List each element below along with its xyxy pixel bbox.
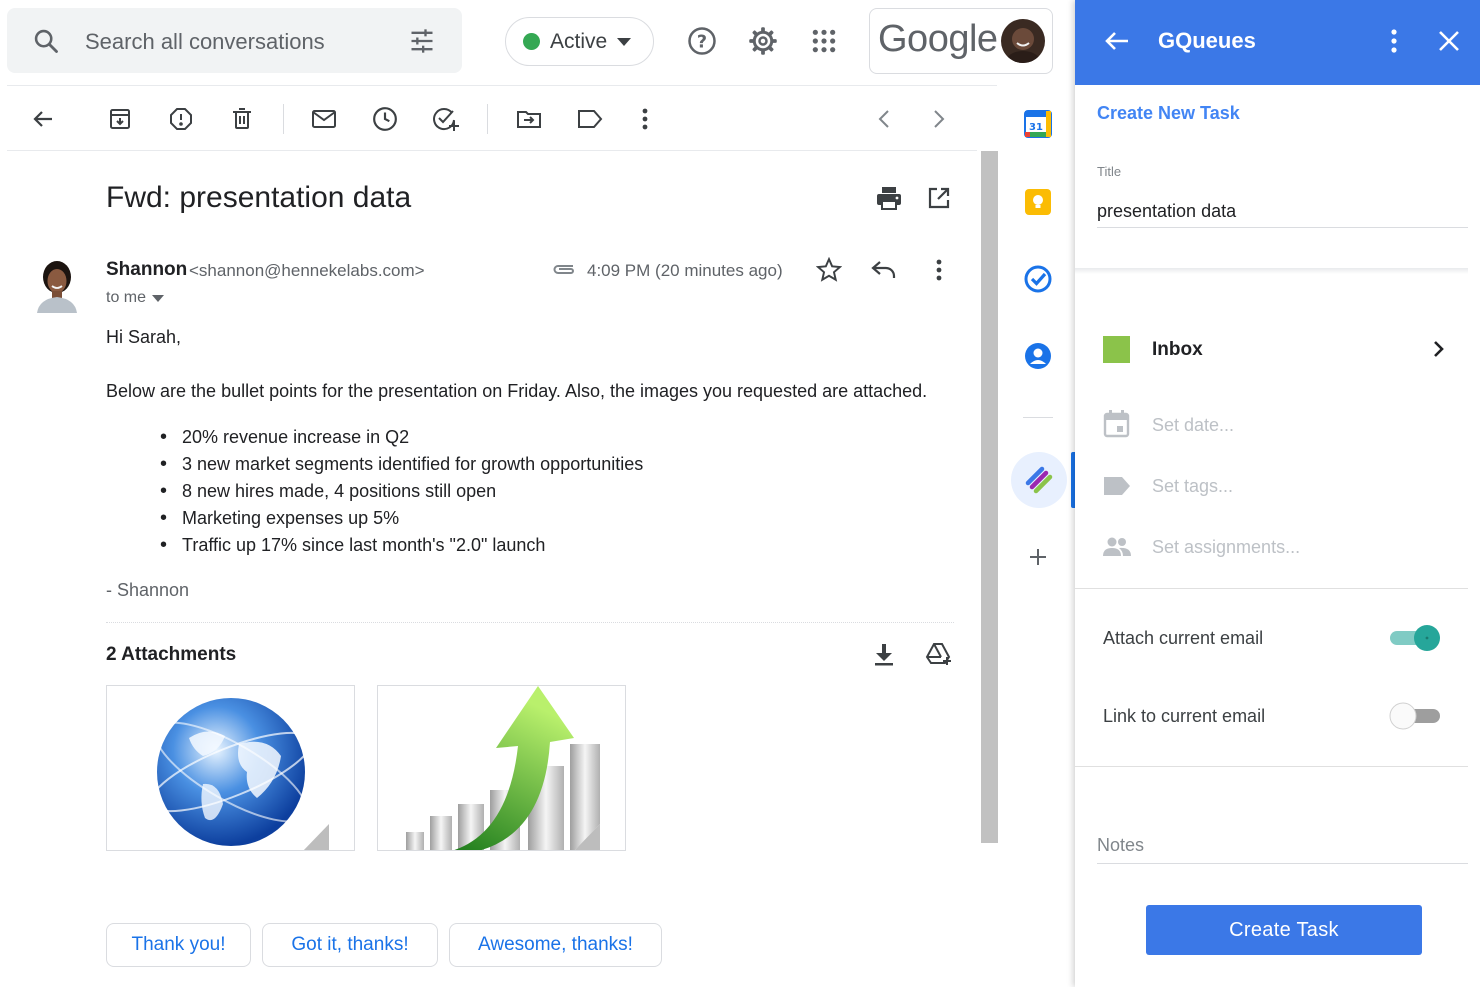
archive-icon[interactable]	[100, 99, 140, 139]
smart-reply-got-it[interactable]: Got it, thanks!	[262, 923, 438, 967]
toolbar-separator	[487, 104, 488, 134]
reply-icon[interactable]	[864, 250, 904, 290]
mark-unread-icon[interactable]	[304, 99, 344, 139]
smart-reply-thank-you[interactable]: Thank you!	[106, 923, 251, 967]
back-arrow-icon[interactable]	[1097, 21, 1137, 61]
section-shadow	[1075, 268, 1468, 274]
set-date-field[interactable]: Set date...	[1152, 415, 1234, 436]
section-title: Create New Task	[1097, 103, 1240, 123]
help-icon[interactable]: ?	[682, 21, 722, 61]
task-title-input[interactable]: presentation data	[1097, 201, 1236, 222]
svg-text:?: ?	[697, 32, 707, 52]
toolbar-divider	[7, 150, 977, 151]
notes-input[interactable]: Notes	[1097, 835, 1144, 856]
email-intro: Below are the bullet points for the pres…	[106, 381, 928, 401]
email-greeting: Hi Sarah,	[106, 327, 182, 347]
queue-selector[interactable]: Inbox	[1152, 339, 1203, 361]
panel-title: GQueues	[1158, 28, 1256, 53]
back-arrow-icon[interactable]	[23, 99, 63, 139]
queue-color-square	[1103, 336, 1130, 363]
attachment-thumbnail-globe[interactable]	[106, 685, 355, 851]
list-item: 20% revenue increase in Q2	[160, 424, 643, 451]
smart-reply-awesome[interactable]: Awesome, thanks!	[449, 923, 662, 967]
attachment-thumbnail-growth-chart[interactable]	[377, 685, 626, 851]
move-to-icon[interactable]	[509, 99, 549, 139]
list-item: 3 new market segments identified for gro…	[160, 451, 643, 478]
gear-icon[interactable]	[743, 21, 783, 61]
toolbar-separator	[283, 104, 284, 134]
bullet-list: 20% revenue increase in Q2 3 new market …	[160, 424, 643, 559]
snooze-clock-icon[interactable]	[365, 99, 405, 139]
chevron-right-icon[interactable]	[1418, 329, 1458, 369]
recipient-details[interactable]: to me	[106, 289, 165, 307]
link-email-toggle[interactable]	[1386, 700, 1444, 732]
delete-icon[interactable]	[222, 99, 262, 139]
tasks-icon[interactable]	[1018, 259, 1058, 299]
more-vert-icon[interactable]	[625, 99, 665, 139]
list-item: Marketing expenses up 5%	[160, 505, 643, 532]
set-assignments-field[interactable]: Set assignments...	[1152, 537, 1300, 558]
contacts-icon[interactable]	[1018, 336, 1058, 376]
status-label: Active	[550, 29, 608, 53]
sender-avatar	[33, 259, 81, 313]
link-email-label: Link to current email	[1103, 706, 1266, 726]
attachment-clip-icon	[551, 259, 577, 279]
gqueues-icon[interactable]	[1019, 460, 1059, 500]
recipient-label: to me	[106, 289, 147, 306]
email-timestamp: 4:09 PM (20 minutes ago)	[587, 261, 783, 280]
email-signoff: - Shannon	[106, 580, 190, 600]
chevron-down-icon	[617, 37, 632, 46]
status-dropdown[interactable]: Active	[505, 17, 654, 66]
attachments-divider	[106, 622, 954, 623]
more-vert-icon[interactable]	[919, 250, 959, 290]
report-spam-icon[interactable]	[161, 99, 201, 139]
download-all-icon[interactable]	[864, 634, 904, 674]
people-icon	[1103, 537, 1131, 557]
top-divider	[7, 85, 997, 86]
close-icon[interactable]	[1429, 21, 1469, 61]
scrollbar[interactable]	[981, 151, 998, 843]
email-subject: Fwd: presentation data	[106, 181, 412, 214]
attach-email-toggle[interactable]	[1388, 622, 1444, 654]
calendar-date-icon	[1103, 410, 1130, 438]
save-to-drive-icon[interactable]	[919, 634, 959, 674]
google-logo: Google	[878, 18, 998, 60]
print-icon[interactable]	[869, 178, 909, 218]
newer-chevron-left-icon[interactable]	[864, 99, 904, 139]
list-item: 8 new hires made, 4 positions still open	[160, 478, 643, 505]
create-task-button[interactable]: Create Task	[1146, 905, 1422, 955]
title-underline	[1097, 227, 1468, 228]
attachments-title: 2 Attachments	[106, 644, 237, 665]
status-dot	[523, 33, 540, 50]
add-addon-icon[interactable]	[1018, 537, 1058, 577]
calendar-icon[interactable]: 31	[1018, 104, 1058, 144]
rail-divider	[1023, 417, 1053, 418]
search-options-icon[interactable]	[402, 21, 442, 61]
notes-underline	[1097, 863, 1468, 864]
search-icon[interactable]	[26, 21, 66, 61]
search-input[interactable]: Search all conversations	[85, 29, 325, 55]
keep-icon[interactable]	[1018, 182, 1058, 222]
sender-email: <shannon@hennekelabs.com>	[189, 261, 425, 280]
apps-grid-icon[interactable]	[804, 21, 844, 61]
account-avatar[interactable]	[1001, 19, 1045, 63]
attach-email-label: Attach current email	[1103, 628, 1264, 648]
calendar-day: 31	[1029, 122, 1043, 133]
sender-name: Shannon	[106, 259, 188, 280]
chevron-down-icon	[152, 294, 165, 302]
more-vert-icon[interactable]	[1374, 21, 1414, 61]
add-to-tasks-icon[interactable]	[426, 99, 466, 139]
label-icon[interactable]	[570, 99, 610, 139]
tag-icon	[1103, 476, 1131, 496]
set-tags-field[interactable]: Set tags...	[1152, 476, 1233, 497]
title-field-label: Title	[1097, 164, 1122, 179]
list-item: Traffic up 17% since last month's "2.0" …	[160, 532, 643, 559]
panel-divider	[1075, 588, 1468, 589]
older-chevron-right-icon[interactable]	[919, 99, 959, 139]
panel-divider	[1075, 766, 1468, 767]
open-new-window-icon[interactable]	[919, 178, 959, 218]
star-icon[interactable]	[809, 250, 849, 290]
